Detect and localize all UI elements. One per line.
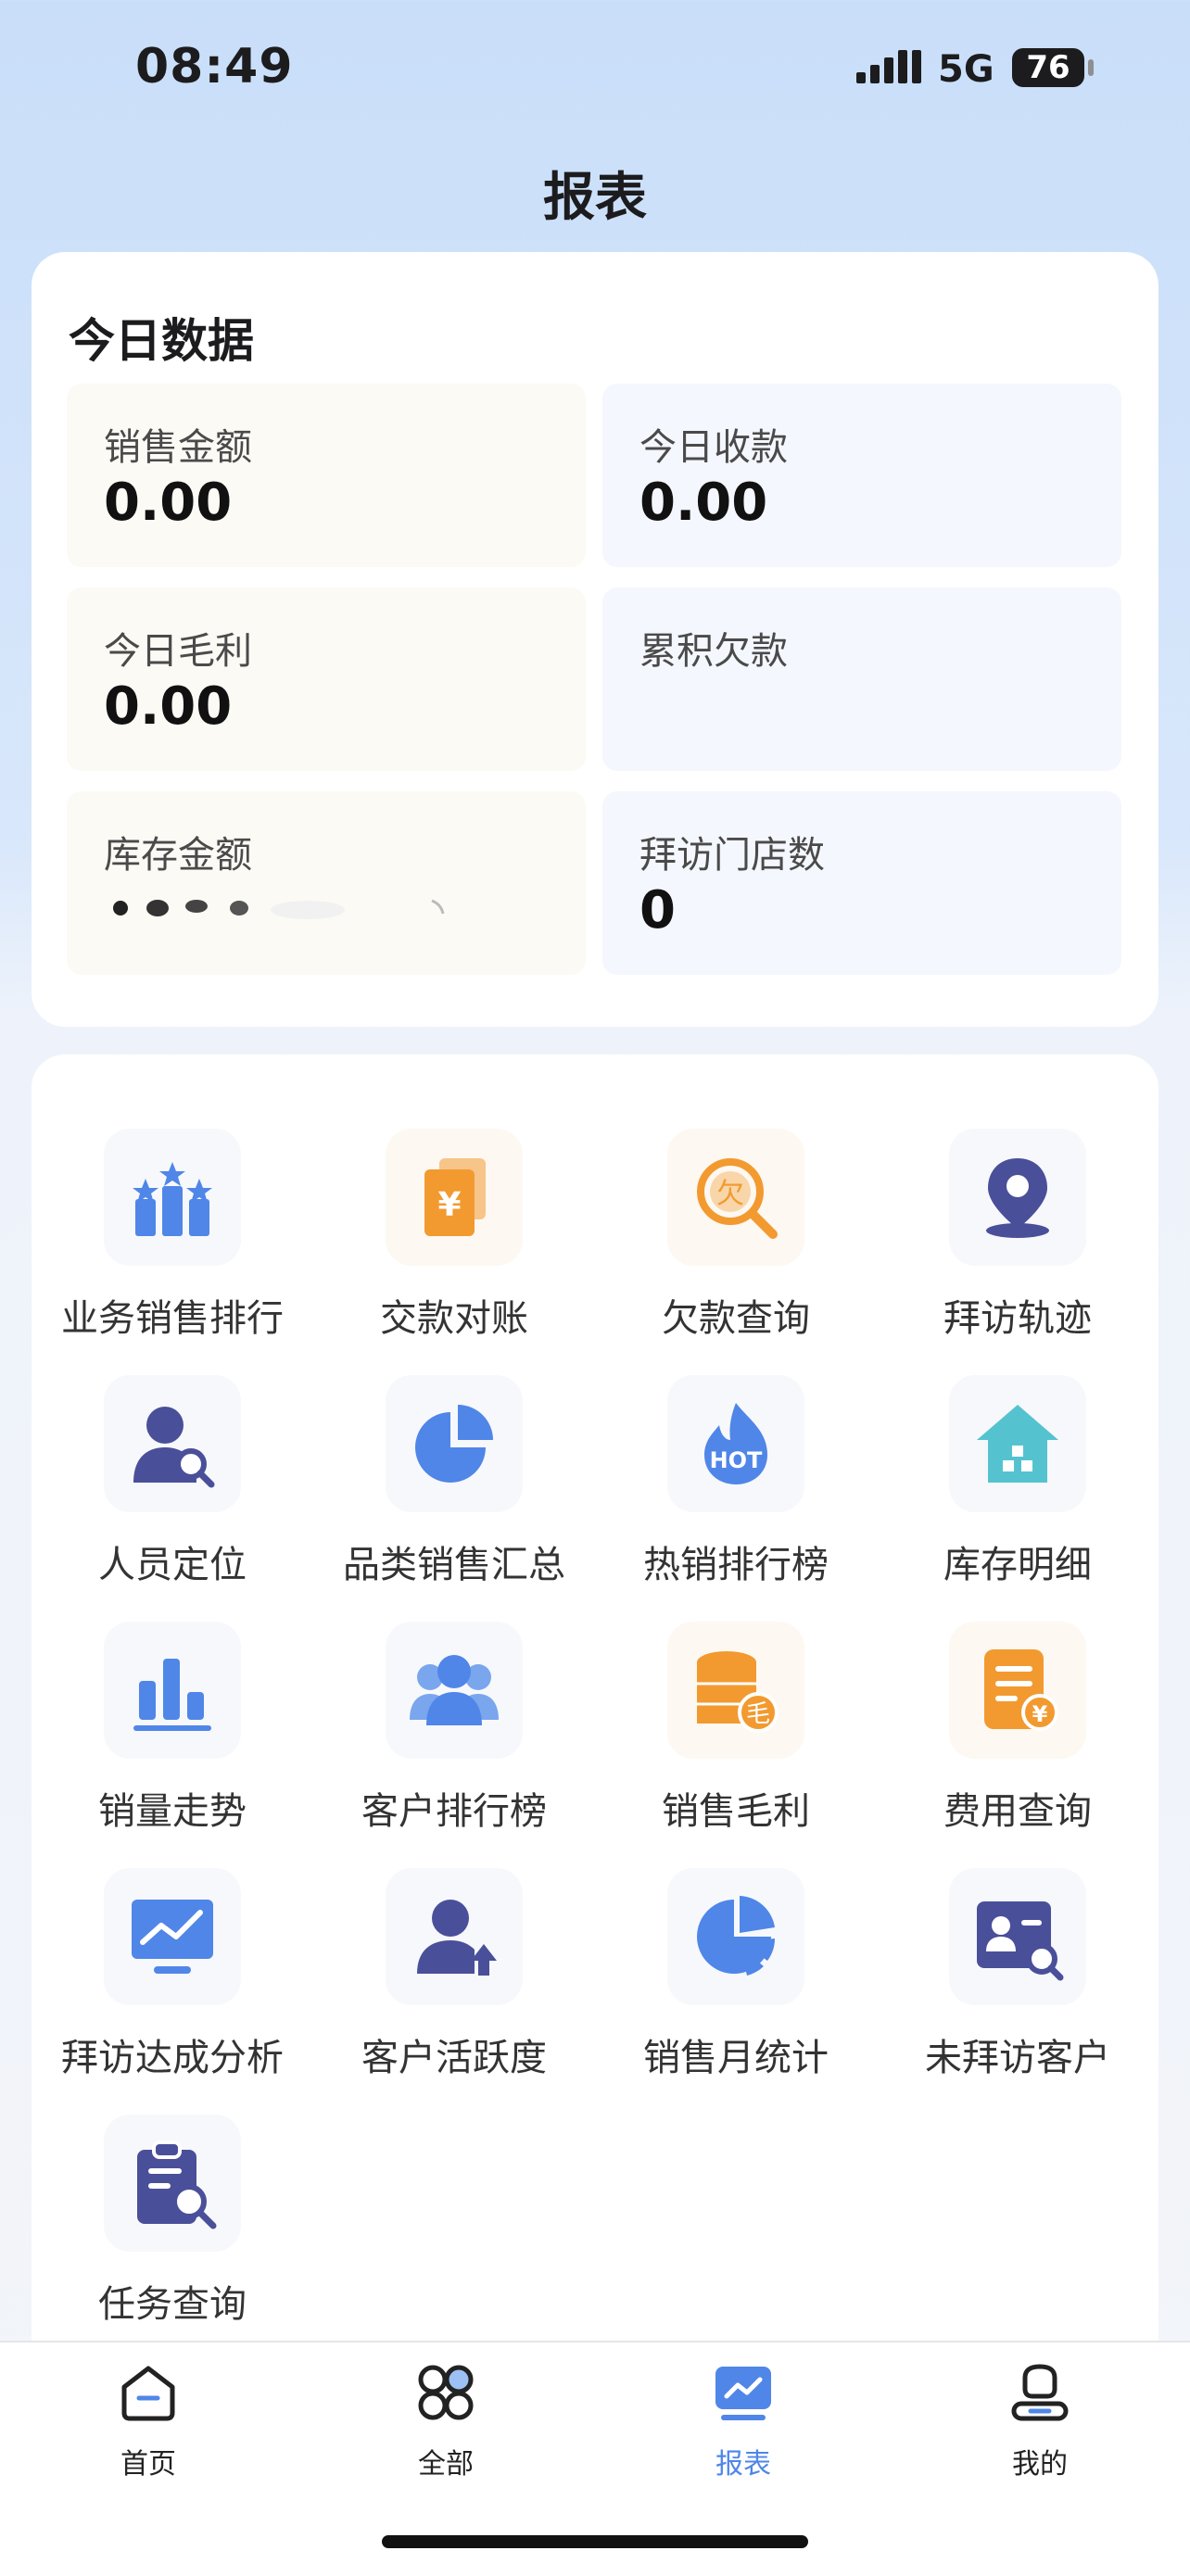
menu-label: 热销排行榜 <box>643 1544 829 1586</box>
svg-text:HOT: HOT <box>710 1447 763 1473</box>
menu-label: 库存明细 <box>943 1544 1092 1586</box>
menu-label: 业务销售排行 <box>61 1297 284 1340</box>
tile-value: 0.00 <box>639 473 768 533</box>
menu-label: 任务查询 <box>98 2283 247 2326</box>
tile-label: 库存金额 <box>104 834 252 877</box>
svg-text:¥: ¥ <box>437 1186 461 1224</box>
tab-label: 全部 <box>418 2448 474 2481</box>
menu-item-monthly-sales[interactable]: 销售月统计 <box>595 1868 877 2100</box>
menu-label: 销售毛利 <box>662 1790 810 1833</box>
bar-chart-icon <box>133 1659 211 1731</box>
expense-doc-icon: ¥ <box>984 1649 1058 1731</box>
battery-tip <box>1088 59 1094 76</box>
menu-label: 客户活跃度 <box>361 2037 547 2079</box>
menu-item-visit-analysis[interactable]: 拜访达成分析 <box>32 1868 313 2100</box>
menu-label: 拜访轨迹 <box>943 1297 1092 1340</box>
tab-label: 报表 <box>715 2448 771 2481</box>
tile-visited-stores[interactable]: 拜访门店数 0 <box>602 791 1121 975</box>
battery-icon: 76 <box>1012 48 1084 87</box>
svg-text:毛: 毛 <box>746 1700 770 1728</box>
tile-gross-profit[interactable]: 今日毛利 0.00 <box>67 587 586 771</box>
menu-label: 未拜访客户 <box>925 2037 1110 2079</box>
coin-stack-icon: 毛 <box>697 1651 779 1733</box>
menu-label: 拜访达成分析 <box>61 2037 284 2079</box>
menu-label: 费用查询 <box>943 1790 1092 1833</box>
tile-sales-amount[interactable]: 销售金额 0.00 <box>67 384 586 567</box>
tile-accumulated-debt[interactable]: 累积欠款 <box>602 587 1121 771</box>
svg-text:¥: ¥ <box>1032 1701 1048 1727</box>
tab-mine[interactable]: 我的 <box>947 2361 1133 2500</box>
svg-text:欠: 欠 <box>716 1178 744 1210</box>
tile-value: 0.00 <box>104 676 233 737</box>
status-bar: 08:49 5G 76 <box>0 0 1190 139</box>
tab-home[interactable]: 首页 <box>56 2361 241 2500</box>
menu-item-task-query[interactable]: 任务查询 <box>32 2115 313 2346</box>
page-title: 报表 <box>543 168 647 228</box>
tile-today-received[interactable]: 今日收款 0.00 <box>602 384 1121 567</box>
trend-board-icon <box>132 1900 213 1974</box>
menu-item-staff-location[interactable]: 人员定位 <box>32 1375 313 1607</box>
payment-bill-icon: ¥ <box>424 1158 486 1236</box>
menu-item-payment-reconcile[interactable]: ¥ 交款对账 <box>313 1129 595 1360</box>
ranking-bars-icon <box>133 1162 212 1236</box>
tile-inventory-amount[interactable]: 库存金额 <box>67 791 586 975</box>
menu-item-category-summary[interactable]: 品类销售汇总 <box>313 1375 595 1607</box>
warehouse-icon <box>977 1405 1058 1483</box>
tab-label: 首页 <box>120 2448 176 2481</box>
tile-label: 累积欠款 <box>639 630 788 673</box>
menu-item-customer-ranking[interactable]: 客户排行榜 <box>313 1622 595 1853</box>
tile-label: 拜访门店数 <box>639 834 825 877</box>
menu-item-sales-ranking[interactable]: 业务销售排行 <box>32 1129 313 1360</box>
menu-item-hot-ranking[interactable]: HOT 热销排行榜 <box>595 1375 877 1607</box>
tab-all[interactable]: 全部 <box>353 2361 538 2500</box>
tab-label: 我的 <box>1012 2448 1068 2481</box>
tab-reports[interactable]: 报表 <box>651 2361 836 2500</box>
report-icon <box>715 2367 771 2420</box>
debt-search-icon: 欠 <box>697 1158 778 1239</box>
tile-value: 0 <box>639 880 676 941</box>
customers-icon <box>410 1655 499 1725</box>
status-time: 08:49 <box>135 39 294 95</box>
menu-label: 欠款查询 <box>662 1297 810 1340</box>
menu-label: 客户排行榜 <box>361 1790 547 1833</box>
signal-strength-icon <box>856 50 921 83</box>
menu-item-unvisited-customers[interactable]: 未拜访客户 <box>877 1868 1158 2100</box>
menu-label: 交款对账 <box>380 1297 528 1340</box>
location-pin-icon <box>986 1158 1049 1238</box>
tile-label: 今日收款 <box>639 426 788 469</box>
all-grid-icon <box>418 2365 474 2420</box>
hot-flame-icon: HOT <box>704 1403 767 1484</box>
menu-item-sales-trend[interactable]: 销量走势 <box>32 1622 313 1853</box>
menu-item-debt-query[interactable]: 欠 欠款查询 <box>595 1129 877 1360</box>
customer-activity-icon <box>417 1900 497 1976</box>
menu-item-visit-track[interactable]: 拜访轨迹 <box>877 1129 1158 1360</box>
tile-label: 销售金额 <box>104 426 252 469</box>
home-indicator[interactable] <box>382 2535 808 2548</box>
menu-item-sales-gross-profit[interactable]: 毛 销售毛利 <box>595 1622 877 1853</box>
person-search-icon <box>133 1407 215 1488</box>
menu-label: 品类销售汇总 <box>343 1544 565 1586</box>
task-clipboard-icon <box>137 2140 217 2229</box>
monthly-pie-icon <box>697 1896 775 1976</box>
masked-value-icon <box>113 899 445 919</box>
pie-chart-icon <box>415 1405 493 1483</box>
tile-label: 今日毛利 <box>104 630 252 673</box>
menu-item-customer-activity[interactable]: 客户活跃度 <box>313 1868 595 2100</box>
home-icon <box>121 2366 175 2421</box>
report-menu-card: 业务销售排行 ¥ 交款对账 欠 欠款查询 拜访轨迹 人员定位 品类销售汇总 HO… <box>32 1054 1158 2500</box>
profile-icon <box>1011 2364 1069 2421</box>
menu-item-expense-query[interactable]: ¥ 费用查询 <box>877 1622 1158 1853</box>
today-data-title: 今日数据 <box>69 314 254 368</box>
network-type: 5G <box>938 48 994 91</box>
menu-item-inventory-detail[interactable]: 库存明细 <box>877 1375 1158 1607</box>
menu-label: 销量走势 <box>98 1790 247 1833</box>
today-data-card: 今日数据 销售金额 0.00 今日收款 0.00 今日毛利 0.00 累积欠款 … <box>32 252 1158 1027</box>
tile-value: 0.00 <box>104 473 233 533</box>
contact-card-search-icon <box>977 1901 1064 1981</box>
menu-label: 人员定位 <box>98 1544 247 1586</box>
menu-label: 销售月统计 <box>643 2037 829 2079</box>
